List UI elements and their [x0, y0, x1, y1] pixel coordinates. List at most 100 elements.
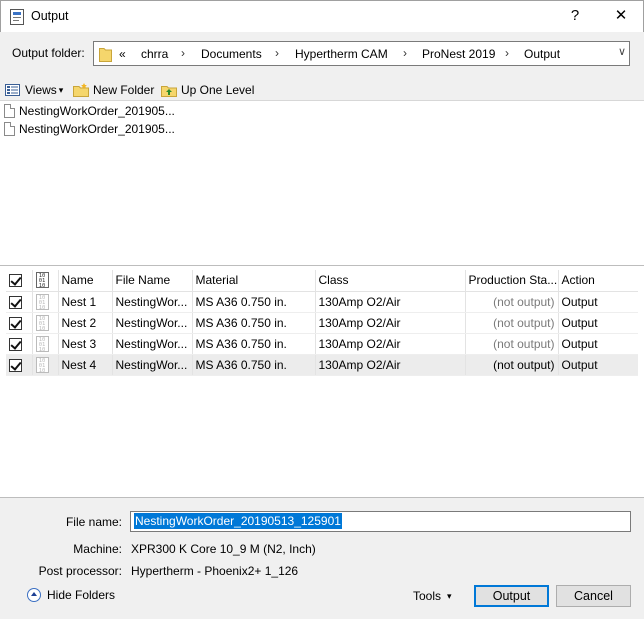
binary-file-icon: 10 01 10 — [35, 356, 49, 373]
up-level-icon — [161, 86, 177, 97]
up-one-level-button[interactable]: Up One Level — [161, 81, 254, 99]
column-header-name[interactable]: Name — [58, 270, 113, 292]
machine-label: Machine: — [73, 542, 122, 556]
nest-class: 130Amp O2/Air — [315, 333, 466, 355]
cancel-button[interactable]: Cancel — [556, 585, 631, 607]
title-bar: Output ? ✕ — [0, 0, 644, 32]
file-name-input[interactable]: NestingWorkOrder_20190513_125901 — [130, 511, 631, 532]
select-all-checkbox[interactable] — [9, 274, 22, 288]
breadcrumb-overflow[interactable]: « — [119, 47, 126, 61]
nest-name: Nest 4 — [58, 354, 113, 376]
chevron-down-icon[interactable]: ∨ — [618, 45, 626, 58]
file-list-item[interactable]: NestingWorkOrder_201905... — [4, 102, 175, 119]
file-icon — [4, 103, 15, 118]
breadcrumb-separator[interactable]: › — [275, 46, 279, 60]
nest-class: 130Amp O2/Air — [315, 312, 466, 334]
views-label: Views — [25, 83, 57, 97]
binary-file-icon: 10 01 10 — [35, 335, 49, 352]
breadcrumb-chrra[interactable]: chrra — [141, 47, 168, 61]
table-row[interactable]: 10 01 10 Nest 1 NestingWor... MS A36 0.750… — [6, 291, 638, 313]
table-row-selected[interactable]: 10 01 10 Nest 4 NestingWor... MS A36 0.750… — [6, 354, 638, 376]
nest-name: Nest 3 — [58, 333, 113, 355]
close-button[interactable]: ✕ — [598, 1, 644, 32]
nest-production-status: (not output) — [465, 312, 559, 334]
views-button[interactable]: Views ▾ — [5, 81, 63, 99]
binary-file-icon: 10 01 10 — [35, 293, 49, 310]
nest-name: Nest 1 — [58, 291, 113, 313]
nest-production-status: (not output) — [465, 291, 559, 313]
new-folder-icon — [73, 83, 89, 97]
breadcrumb-separator[interactable]: › — [181, 46, 185, 60]
row-checkbox[interactable] — [9, 295, 22, 309]
breadcrumb-hypertherm-cam[interactable]: Hypertherm CAM — [295, 47, 388, 61]
output-folder-address-bar[interactable]: « chrra › Documents › Hypertherm CAM › P… — [93, 41, 630, 66]
file-list-item[interactable]: NestingWorkOrder_201905... — [4, 120, 175, 137]
select-all-checkbox-cell[interactable] — [6, 270, 33, 292]
views-icon — [5, 84, 20, 96]
chevron-up-circle-icon — [27, 588, 41, 602]
binary-file-icon: 10 01 10 — [35, 272, 49, 289]
file-list-pane[interactable]: NestingWorkOrder_201905... NestingWorkOr… — [0, 100, 644, 266]
nest-class: 130Amp O2/Air — [315, 354, 466, 376]
nest-table: 10 01 10 Name File Name Material Class Pro… — [6, 270, 638, 376]
file-name-value: NestingWorkOrder_20190513_125901 — [133, 512, 343, 530]
nest-material: MS A36 0.750 in. — [192, 354, 316, 376]
breadcrumb-separator[interactable]: › — [403, 46, 407, 60]
hide-folders-label: Hide Folders — [47, 588, 116, 602]
nest-action[interactable]: Output — [558, 291, 638, 313]
row-checkbox[interactable] — [9, 337, 22, 351]
app-document-icon — [10, 9, 24, 25]
nest-action[interactable]: Output — [558, 333, 638, 355]
tools-button[interactable]: Tools ▾ — [413, 589, 452, 603]
output-button[interactable]: Output — [474, 585, 549, 607]
nest-class: 130Amp O2/Air — [315, 291, 466, 313]
breadcrumb-output[interactable]: Output — [524, 47, 560, 61]
column-header-production-status[interactable]: Production Sta... — [465, 270, 559, 292]
post-processor-value: Hypertherm - Phoenix2+ 1_126 — [131, 564, 299, 578]
help-button[interactable]: ? — [552, 1, 598, 32]
hide-folders-button[interactable]: Hide Folders — [27, 588, 115, 602]
folder-icon — [99, 48, 112, 62]
row-checkbox[interactable] — [9, 358, 22, 372]
breadcrumb-documents[interactable]: Documents — [201, 47, 262, 61]
post-processor-label: Post processor: — [38, 564, 122, 578]
table-row[interactable]: 10 01 10 Nest 3 NestingWor... MS A36 0.750… — [6, 333, 638, 355]
nest-production-status: (not output) — [465, 354, 559, 376]
output-folder-label: Output folder: — [12, 46, 85, 60]
column-header-class[interactable]: Class — [315, 270, 466, 292]
nest-action[interactable]: Output — [558, 354, 638, 376]
nest-file-name: NestingWor... — [112, 333, 193, 355]
window-title: Output — [31, 9, 69, 23]
table-row[interactable]: 10 01 10 Nest 2 NestingWor... MS A36 0.750… — [6, 312, 638, 334]
nest-material: MS A36 0.750 in. — [192, 312, 316, 334]
file-name-label: File name: — [65, 515, 122, 529]
nest-file-name: NestingWor... — [112, 291, 193, 313]
new-folder-button[interactable]: New Folder — [73, 81, 154, 99]
table-header-row: 10 01 10 Name File Name Material Class Pro… — [6, 270, 638, 292]
type-column-header[interactable]: 10 01 10 — [32, 270, 59, 292]
file-name: NestingWorkOrder_201905... — [19, 103, 175, 118]
file-icon — [4, 121, 15, 136]
nest-file-name: NestingWor... — [112, 312, 193, 334]
nest-material: MS A36 0.750 in. — [192, 291, 316, 313]
tools-dropdown-icon: ▾ — [447, 590, 452, 601]
column-header-material[interactable]: Material — [192, 270, 316, 292]
new-folder-label: New Folder — [93, 83, 155, 97]
tools-label: Tools — [413, 589, 442, 603]
file-name: NestingWorkOrder_201905... — [19, 121, 175, 136]
up-one-level-label: Up One Level — [181, 83, 255, 97]
nest-action[interactable]: Output — [558, 312, 638, 334]
views-dropdown-icon: ▾ — [58, 84, 64, 95]
binary-file-icon: 10 01 10 — [35, 314, 49, 331]
breadcrumb-separator[interactable]: › — [505, 46, 509, 60]
row-checkbox[interactable] — [9, 316, 22, 330]
nest-production-status: (not output) — [465, 333, 559, 355]
machine-value: XPR300 K Core 10_9 M (N2, Inch) — [131, 542, 316, 556]
nest-table-pane: 10 01 10 Name File Name Material Class Pro… — [0, 265, 644, 498]
breadcrumb-pronest-2019[interactable]: ProNest 2019 — [422, 47, 495, 61]
column-header-action[interactable]: Action — [558, 270, 638, 292]
nest-name: Nest 2 — [58, 312, 113, 334]
column-header-file-name[interactable]: File Name — [112, 270, 193, 292]
nest-file-name: NestingWor... — [112, 354, 193, 376]
nest-material: MS A36 0.750 in. — [192, 333, 316, 355]
